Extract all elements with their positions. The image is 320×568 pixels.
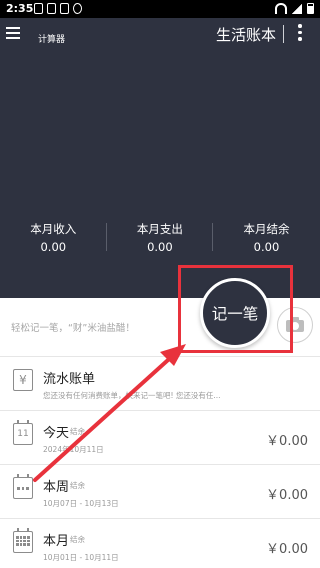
notification-icons bbox=[34, 3, 82, 14]
list-item-title: 本周 bbox=[43, 480, 70, 495]
list-item-tag: 结余 bbox=[70, 481, 85, 490]
list-item-date: 10月01日 - 10月11日 bbox=[43, 553, 119, 562]
wifi-icon bbox=[275, 3, 287, 14]
status-time: 2:35 bbox=[6, 2, 34, 15]
system-icons bbox=[275, 3, 314, 14]
divider bbox=[283, 25, 284, 43]
battery-icon bbox=[307, 3, 314, 14]
summary-label: 本月支出 bbox=[136, 222, 183, 236]
list-item-title: 今天 bbox=[43, 426, 70, 441]
list-item-today[interactable]: 11 今天 结余 2024年10月11日 ￥0.00 bbox=[0, 410, 320, 464]
signal-icon bbox=[292, 3, 302, 14]
summary-income: 本月收入 0.00 bbox=[0, 221, 107, 254]
calendar-day-icon: 11 bbox=[13, 420, 33, 445]
notification-icon bbox=[60, 3, 69, 14]
list-item-amount: ￥0.00 bbox=[266, 434, 308, 449]
monthly-summary: 本月收入 0.00 本月支出 0.00 本月结余 0.00 bbox=[0, 221, 320, 254]
calendar-day-number: 11 bbox=[17, 429, 29, 439]
status-bar: 2:35 bbox=[0, 0, 320, 18]
summary-value: 0.00 bbox=[253, 240, 280, 254]
annotation-highlight-box bbox=[178, 265, 293, 353]
bill-icon: ¥ bbox=[13, 369, 33, 391]
quick-entry-hint: 轻松记一笔，“财”米油盐醋！ bbox=[11, 323, 135, 334]
notification-icon bbox=[73, 3, 82, 14]
record-list: ¥ 流水账单 您还没有任何消费账单，快来记一笔吧! 您还没有任... 11 今天… bbox=[0, 356, 320, 568]
list-item-amount: ￥0.00 bbox=[266, 542, 308, 557]
summary-value: 0.00 bbox=[147, 240, 173, 254]
list-item-amount: ￥0.00 bbox=[266, 488, 308, 503]
list-item-flow[interactable]: ¥ 流水账单 您还没有任何消费账单，快来记一笔吧! 您还没有任... bbox=[0, 356, 320, 410]
summary-header: 计算器 生活账本 本月收入 0.00 本月支出 0.00 本月结余 0.00 bbox=[0, 18, 320, 298]
summary-balance: 本月结余 0.00 bbox=[213, 221, 320, 254]
notification-icon bbox=[34, 3, 43, 14]
list-item-week[interactable]: 本周 结余 10月07日 - 10月13日 ￥0.00 bbox=[0, 464, 320, 518]
ledger-title[interactable]: 生活账本 bbox=[216, 24, 276, 45]
summary-label: 本月结余 bbox=[243, 222, 290, 236]
calculator-link[interactable]: 计算器 bbox=[38, 32, 65, 45]
download-icon bbox=[47, 3, 56, 14]
list-item-subtitle: 您还没有任何消费账单，快来记一笔吧! 您还没有任... bbox=[43, 391, 221, 400]
more-options-icon[interactable] bbox=[297, 24, 303, 44]
summary-expense: 本月支出 0.00 bbox=[107, 221, 214, 254]
list-item-title: 本月 bbox=[43, 534, 70, 549]
list-item-month[interactable]: 本月 结余 10月01日 - 10月11日 ￥0.00 bbox=[0, 518, 320, 568]
list-item-tag: 结余 bbox=[70, 427, 85, 436]
calendar-month-icon bbox=[13, 528, 33, 553]
menu-icon[interactable] bbox=[6, 27, 22, 41]
list-item-date: 10月07日 - 10月13日 bbox=[43, 499, 119, 508]
summary-value: 0.00 bbox=[40, 240, 67, 254]
summary-label: 本月收入 bbox=[30, 222, 77, 236]
list-item-date: 2024年10月11日 bbox=[43, 445, 104, 454]
calendar-week-icon bbox=[13, 474, 33, 499]
list-item-tag: 结余 bbox=[70, 535, 85, 544]
list-item-title: 流水账单 bbox=[43, 372, 96, 387]
